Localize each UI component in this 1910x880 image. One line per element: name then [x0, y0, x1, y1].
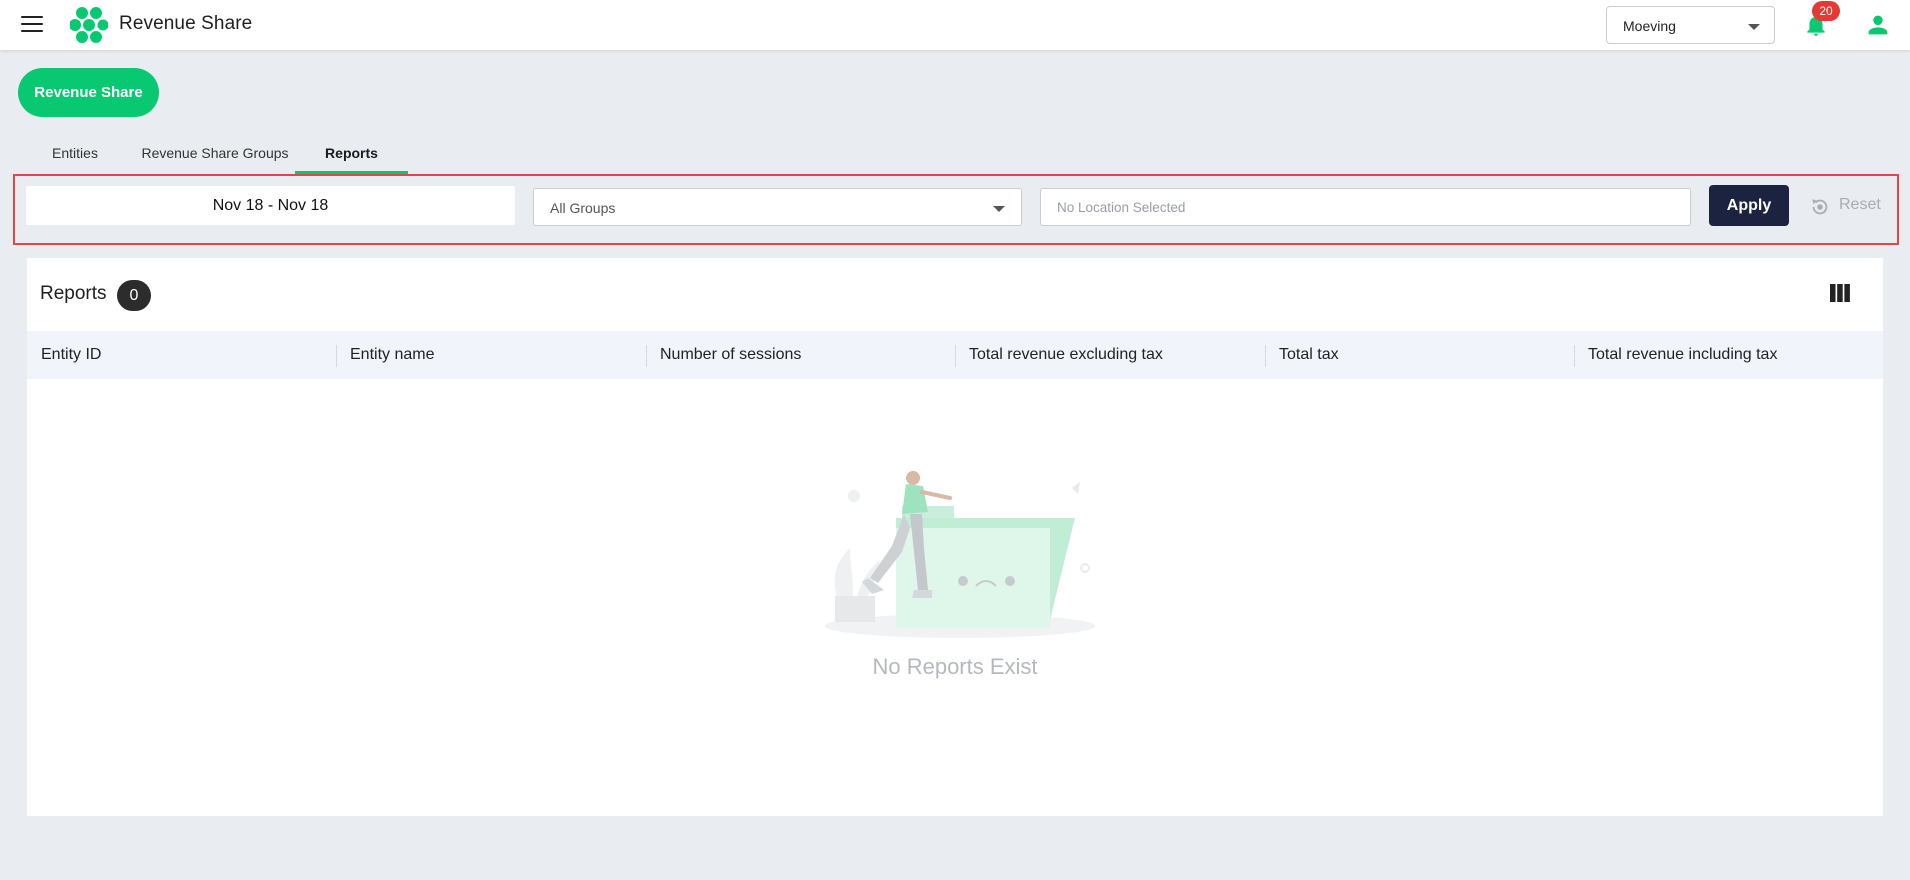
column-header-entity-id[interactable]: Entity ID: [27, 331, 336, 379]
column-header-number-of-sessions[interactable]: Number of sessions: [646, 331, 955, 379]
app-logo: [70, 7, 108, 43]
columns-icon[interactable]: [1830, 284, 1850, 302]
empty-state-message: No Reports Exist: [872, 654, 1038, 679]
tab-entities[interactable]: Entities: [33, 136, 117, 174]
chevron-down-icon: [993, 206, 1005, 212]
top-app-bar: Revenue Share Moeving 20: [0, 0, 1910, 50]
reports-title: Reports: [40, 283, 107, 304]
reset-label: Reset: [1839, 196, 1881, 213]
group-select[interactable]: All Groups: [533, 188, 1022, 226]
empty-folder-illustration: [825, 471, 1095, 638]
menu-icon[interactable]: [21, 16, 43, 33]
user-account-icon[interactable]: [1864, 11, 1892, 39]
revenue-share-button[interactable]: Revenue Share: [18, 68, 159, 117]
group-select-value: All Groups: [550, 200, 616, 216]
column-header-total-tax[interactable]: Total tax: [1265, 331, 1574, 379]
chevron-down-icon: [1748, 24, 1760, 30]
apply-button[interactable]: Apply: [1709, 185, 1789, 226]
location-input[interactable]: [1040, 188, 1691, 226]
column-header-total-revenue-excl-tax[interactable]: Total revenue excluding tax: [955, 331, 1265, 379]
table-header: Entity ID Entity name Number of sessions…: [27, 331, 1883, 379]
organization-select-value: Moeving: [1623, 18, 1676, 34]
tab-reports[interactable]: Reports: [295, 136, 408, 174]
tab-revenue-share-groups[interactable]: Revenue Share Groups: [130, 136, 300, 174]
app-title: Revenue Share: [119, 13, 253, 34]
notification-count-badge: 20: [1812, 1, 1840, 21]
date-range-picker[interactable]: Nov 18 - Nov 18: [26, 186, 515, 225]
column-header-entity-name[interactable]: Entity name: [336, 331, 646, 379]
reset-icon: [1812, 199, 1828, 215]
reports-count-badge: 0: [117, 280, 151, 311]
reports-card: Reports 0 Entity ID Entity name Number o…: [27, 258, 1883, 816]
column-header-total-revenue-incl-tax[interactable]: Total revenue including tax: [1574, 331, 1883, 379]
organization-select[interactable]: Moeving: [1606, 6, 1775, 44]
